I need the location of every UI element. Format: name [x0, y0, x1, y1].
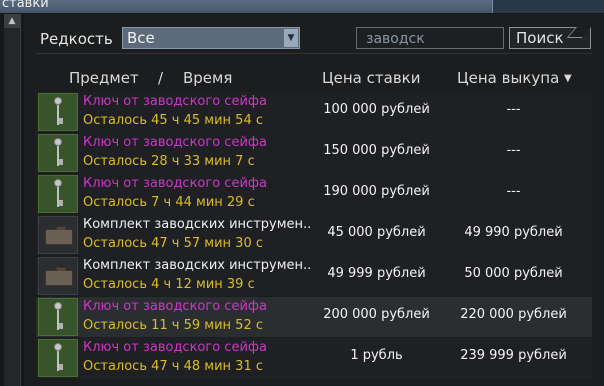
header-buyout-label: Цена выкупа	[457, 69, 560, 87]
header-time[interactable]: Время	[183, 69, 232, 87]
header-buyout[interactable]: Цена выкупа ▼	[457, 69, 572, 87]
table-row[interactable]: Комплект заводских инструмен.. Осталось …	[36, 256, 592, 296]
window-title: ставки	[2, 0, 49, 11]
item-name: Ключ от заводского сейфа	[83, 340, 267, 355]
table-row[interactable]: Ключ от заводского сейфа Осталось 28 ч 3…	[36, 133, 592, 173]
table-row[interactable]: Ключ от заводского сейфа Осталось 11 ч 5…	[36, 297, 592, 337]
table-row[interactable]: Ключ от заводского сейфа Осталось 45 ч 4…	[36, 92, 592, 132]
buyout-price: ---	[506, 102, 521, 117]
item-name: Комплект заводских инструмен..	[83, 258, 312, 273]
time-left: Осталось 4 ч 12 мин 39 с	[83, 277, 255, 292]
titlebar-tab	[492, 0, 604, 13]
rarity-select[interactable]: Все ▼	[122, 27, 300, 49]
item-name: Ключ от заводского сейфа	[83, 299, 267, 314]
buyout-price: ---	[506, 184, 521, 199]
rarity-value: Все	[127, 29, 155, 47]
buyout-price: 49 990 рублей	[464, 225, 563, 240]
bid-price: 200 000 рублей	[323, 307, 430, 322]
key-icon	[38, 93, 78, 131]
bid-price: 45 000 рублей	[327, 225, 426, 240]
time-left: Осталось 45 ч 45 мин 54 с	[83, 113, 263, 128]
auction-list: Ключ от заводского сейфа Осталось 45 ч 4…	[36, 92, 592, 386]
item-name: Ключ от заводского сейфа	[83, 135, 267, 150]
chevron-down-icon[interactable]: ▼	[284, 29, 298, 47]
bid-price: 49 999 рублей	[327, 266, 426, 281]
item-name: Ключ от заводского сейфа	[83, 176, 267, 191]
key-icon	[38, 134, 78, 172]
time-left: Осталось 7 ч 44 мин 29 с	[83, 195, 255, 210]
item-name: Комплект заводских инструмен..	[83, 217, 312, 232]
time-left: Осталось 47 ч 48 мин 31 с	[83, 359, 263, 374]
key-icon	[38, 298, 78, 336]
vertical-scrollbar[interactable]: ▲	[4, 14, 21, 386]
search-value: заводск	[366, 31, 425, 47]
window-titlebar: ставки	[0, 0, 604, 13]
toolbox-icon	[38, 216, 78, 254]
table-row[interactable]: Ключ от заводского сейфа Осталось 47 ч 4…	[36, 338, 592, 378]
key-icon	[38, 339, 78, 377]
header-separator: /	[158, 69, 164, 87]
table-row[interactable]: Ключ от заводского сейфа Осталось 7 ч 44…	[36, 174, 592, 214]
bid-price: 190 000 рублей	[323, 184, 430, 199]
search-input[interactable]: заводск	[356, 27, 504, 49]
time-left: Осталось 47 ч 57 мин 30 с	[83, 236, 263, 251]
item-name: Ключ от заводского сейфа	[83, 94, 267, 109]
rarity-label: Редкость	[40, 30, 113, 48]
bid-price: 1 рубль	[350, 348, 403, 363]
toolbox-icon	[38, 257, 78, 295]
table-header: Предмет / Время Цена ставки Цена выкупа …	[36, 68, 592, 90]
header-item[interactable]: Предмет	[69, 69, 139, 87]
table-row[interactable]: Комплект заводских инструмен.. Осталось …	[36, 215, 592, 255]
time-left: Осталось 28 ч 33 мин 7 с	[83, 154, 255, 169]
search-button[interactable]: Поиск	[509, 27, 591, 49]
bid-price: 150 000 рублей	[323, 143, 430, 158]
buyout-price: 239 999 рублей	[460, 348, 567, 363]
time-left: Осталось 11 ч 59 мин 52 с	[83, 318, 263, 333]
buyout-price: 50 000 рублей	[464, 266, 563, 281]
key-icon	[38, 175, 78, 213]
bid-price: 100 000 рублей	[323, 102, 430, 117]
scroll-up-icon[interactable]: ▲	[4, 14, 20, 28]
buyout-price: ---	[506, 143, 521, 158]
buyout-price: 220 000 рублей	[460, 307, 567, 322]
sort-desc-icon: ▼	[564, 73, 572, 84]
filter-bar: Редкость Все ▼ заводск Поиск	[36, 27, 592, 54]
header-bid[interactable]: Цена ставки	[322, 69, 420, 87]
